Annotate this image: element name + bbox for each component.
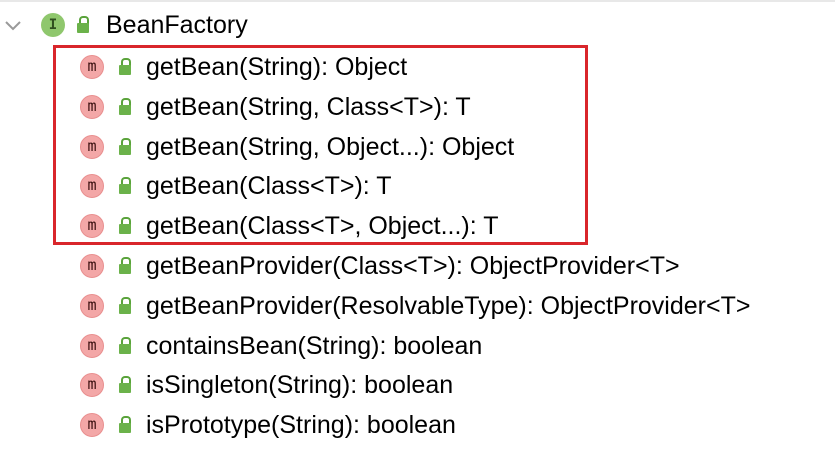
method-icon: m	[80, 413, 104, 438]
method-label: isSingleton(String): boolean	[146, 371, 454, 400]
interface-icon: I	[41, 13, 65, 37]
lock-icon	[76, 16, 90, 34]
method-icon: m	[80, 254, 104, 278]
tree-node-method[interactable]: m getBeanProvider(ResolvableType): Object…	[0, 286, 835, 326]
tree-node-method[interactable]: m isSingleton(String): boolean	[0, 365, 835, 405]
tree-node-method[interactable]: m containsBean(String): boolean	[0, 326, 835, 366]
lock-icon	[118, 376, 132, 394]
method-label: containsBean(String): boolean	[146, 331, 483, 360]
lock-icon	[118, 257, 132, 275]
lock-icon	[118, 416, 132, 434]
highlight-box	[53, 45, 588, 245]
method-icon: m	[80, 333, 104, 358]
top-divider	[0, 0, 835, 2]
structure-tree: I BeanFactory m getBean(String): Object m g…	[0, 0, 835, 452]
tree-node-method[interactable]: m getBeanProvider(Class<T>): ObjectProvid…	[0, 246, 835, 286]
chevron-down-icon[interactable]	[2, 14, 24, 36]
tree-node-beanfactory[interactable]: I BeanFactory	[0, 6, 835, 44]
method-label: getBeanProvider(Class<T>): ObjectProvide…	[146, 252, 680, 280]
method-label: isPrototype(String): boolean	[146, 411, 456, 440]
method-label: getBeanProvider(ResolvableType): ObjectP…	[146, 291, 751, 320]
tree-node-method[interactable]: m isPrototype(String): boolean	[0, 405, 835, 445]
tree-node-label: BeanFactory	[106, 11, 248, 39]
lock-icon	[118, 296, 132, 315]
lock-icon	[118, 336, 132, 355]
method-icon: m	[80, 373, 104, 398]
method-icon: m	[80, 293, 104, 318]
